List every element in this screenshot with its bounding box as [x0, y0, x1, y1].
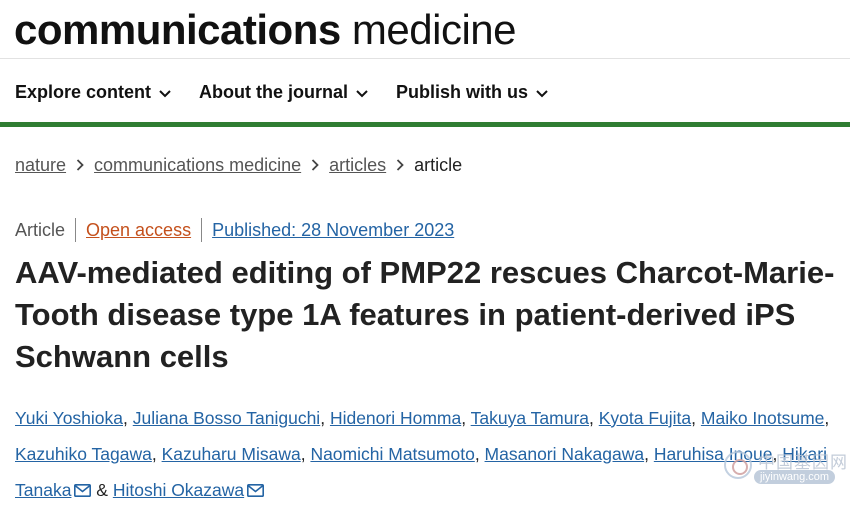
nav-publish-with-us[interactable]: Publish with us — [396, 82, 548, 103]
author-link[interactable]: Juliana Bosso Taniguchi — [133, 408, 320, 428]
meta-divider — [201, 218, 203, 242]
main-nav: Explore content About the journal Publis… — [15, 78, 548, 106]
author-separator: , — [589, 408, 599, 428]
author-separator: & — [91, 480, 113, 500]
chevron-right-icon — [76, 159, 84, 171]
nav-explore-content[interactable]: Explore content — [15, 82, 171, 103]
mail-icon[interactable] — [74, 484, 92, 497]
article-title: AAV-mediated editing of PMP22 rescues Ch… — [15, 255, 835, 374]
author-link[interactable]: Maiko Inotsume — [701, 408, 825, 428]
breadcrumb-articles[interactable]: articles — [329, 155, 386, 176]
author-link[interactable]: Naomichi Matsumoto — [310, 444, 474, 464]
chevron-down-icon — [356, 82, 368, 103]
breadcrumb-nature[interactable]: nature — [15, 155, 66, 176]
author-list: Yuki Yoshioka, Juliana Bosso Taniguchi, … — [15, 400, 840, 506]
author-separator: , — [151, 444, 162, 464]
header-divider — [0, 58, 850, 59]
published-date-link[interactable]: Published: 28 November 2023 — [212, 220, 454, 241]
breadcrumb: nature communications medicine articles … — [15, 152, 462, 178]
chevron-right-icon — [311, 159, 319, 171]
chevron-down-icon — [159, 82, 171, 103]
meta-divider — [75, 218, 77, 242]
article-page: communications medicine Explore content … — [0, 0, 850, 506]
nav-label: About the journal — [199, 81, 349, 102]
author-separator: , — [123, 408, 133, 428]
author-separator: , — [644, 444, 654, 464]
accent-bar — [0, 122, 850, 127]
author-separator: , — [691, 408, 701, 428]
watermark-url: jiyinwang.com — [754, 470, 836, 484]
author-link[interactable]: Hidenori Homma — [330, 408, 461, 428]
author-link[interactable]: Kyota Fujita — [599, 408, 691, 428]
author-link[interactable]: Kazuharu Misawa — [162, 444, 301, 464]
author-separator: , — [461, 408, 471, 428]
brand-light-text: medicine — [351, 6, 517, 53]
author-separator: , — [474, 444, 485, 464]
open-access-link[interactable]: Open access — [86, 220, 191, 241]
brand-bold-text: communications — [14, 6, 341, 53]
author-link[interactable]: Kazuhiko Tagawa — [15, 444, 152, 464]
mail-icon[interactable] — [247, 484, 265, 497]
article-type: Article — [15, 219, 66, 240]
nav-about-journal[interactable]: About the journal — [199, 82, 368, 103]
author-link[interactable]: Hitoshi Okazawa — [113, 480, 244, 500]
breadcrumb-current: article — [414, 154, 463, 175]
nav-label: Explore content — [15, 81, 152, 102]
breadcrumb-communications-medicine[interactable]: communications medicine — [94, 155, 301, 176]
article-meta: Article Open access Published: 28 Novemb… — [15, 217, 454, 243]
nav-label: Publish with us — [396, 81, 529, 102]
author-separator: , — [824, 408, 830, 428]
author-separator: , — [320, 408, 330, 428]
watermark: 中国基因网 jiyinwang.com — [724, 448, 847, 488]
author-link[interactable]: Takuya Tamura — [471, 408, 589, 428]
chevron-down-icon — [536, 82, 548, 103]
author-link[interactable]: Yuki Yoshioka — [15, 408, 123, 428]
author-separator: , — [300, 444, 311, 464]
chevron-right-icon — [396, 159, 404, 171]
author-link[interactable]: Masanori Nakagawa — [485, 444, 645, 464]
watermark-logo-icon — [724, 451, 752, 479]
journal-logo[interactable]: communications medicine — [14, 6, 517, 54]
